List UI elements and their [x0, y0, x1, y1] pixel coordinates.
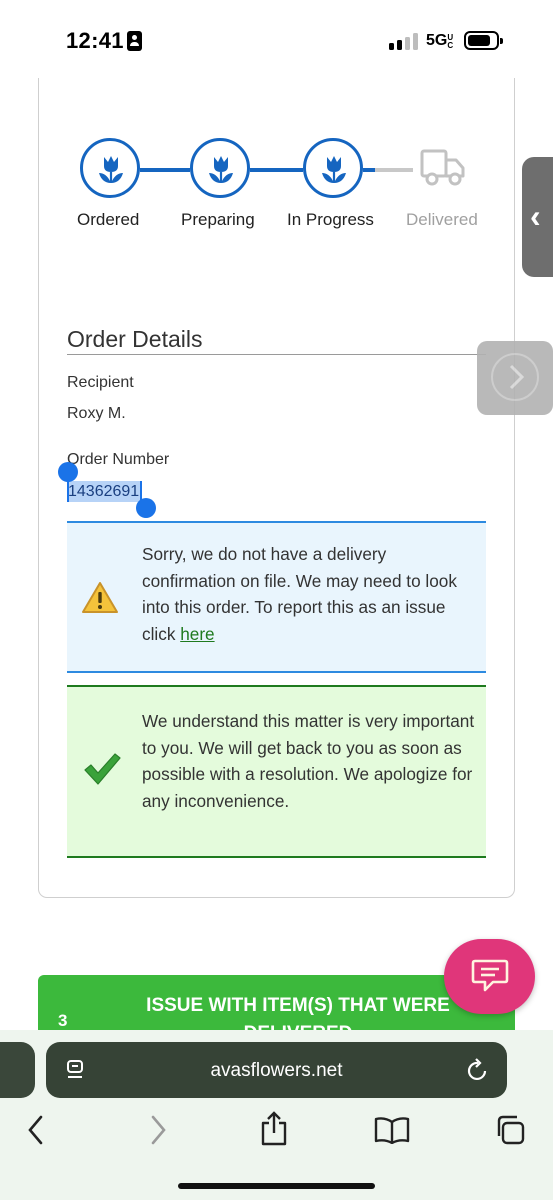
status-bar: 12:41 5GUC [0, 0, 553, 80]
success-message: We understand this matter is very import… [142, 711, 475, 811]
step-label: Delivered [406, 210, 478, 229]
address-bar[interactable]: avasflowers.net [46, 1042, 507, 1098]
next-button[interactable] [477, 341, 553, 415]
id-card-icon [127, 31, 142, 51]
step-preparing-circle [190, 138, 250, 198]
step-label: Preparing [181, 210, 255, 229]
url-text: avasflowers.net [210, 1060, 343, 1081]
selection-start-handle[interactable] [58, 462, 78, 482]
chevron-right-icon [491, 353, 539, 401]
tracker-line [375, 168, 413, 172]
chat-button[interactable] [444, 939, 535, 1014]
flower-icon [99, 156, 123, 183]
step-label: In Progress [287, 210, 374, 229]
network-label: 5GUC [426, 32, 454, 50]
warning-message: Sorry, we do not have a delivery confirm… [142, 541, 478, 647]
truck-icon [420, 149, 465, 186]
bookmarks-icon[interactable] [374, 1116, 410, 1144]
flower-icon [209, 156, 233, 183]
delivery-warning-alert: Sorry, we do not have a delivery confirm… [67, 521, 486, 673]
selection-end-handle[interactable] [136, 498, 156, 518]
order-number-label: Order Number [67, 451, 170, 468]
chat-icon [471, 959, 509, 992]
back-icon[interactable] [26, 1113, 46, 1147]
chevron-left-icon: ‹ [530, 198, 541, 234]
checkmark-icon [84, 753, 121, 785]
step-in-progress-circle [303, 138, 363, 198]
side-drawer-tab[interactable]: ‹ [522, 157, 553, 277]
issue-number: 3 [58, 1011, 68, 1030]
divider [67, 354, 486, 355]
share-icon[interactable] [259, 1110, 289, 1146]
reload-icon[interactable] [467, 1058, 489, 1082]
tracker-line [363, 168, 375, 172]
step-ordered-circle [80, 138, 140, 198]
order-number-value[interactable]: 14362691 [67, 481, 143, 502]
tracker-line [250, 168, 303, 172]
warning-icon [82, 582, 118, 613]
order-details-title: Order Details [67, 326, 203, 352]
tabs-icon[interactable] [494, 1114, 526, 1146]
recipient-label: Recipient [67, 374, 134, 391]
forward-icon[interactable] [148, 1113, 168, 1147]
status-time: 12:41 [66, 28, 124, 53]
step-label: Ordered [77, 210, 140, 229]
recipient-value: Roxy M. [67, 405, 126, 422]
tracker-line [140, 168, 190, 172]
battery-icon [464, 31, 503, 50]
flower-icon [322, 156, 346, 183]
followup-success-alert: We understand this matter is very import… [67, 685, 486, 858]
report-issue-link[interactable]: here [180, 624, 214, 644]
previous-tab-edge[interactable] [0, 1042, 35, 1098]
home-indicator[interactable] [178, 1183, 375, 1189]
signal-icon [389, 33, 419, 50]
